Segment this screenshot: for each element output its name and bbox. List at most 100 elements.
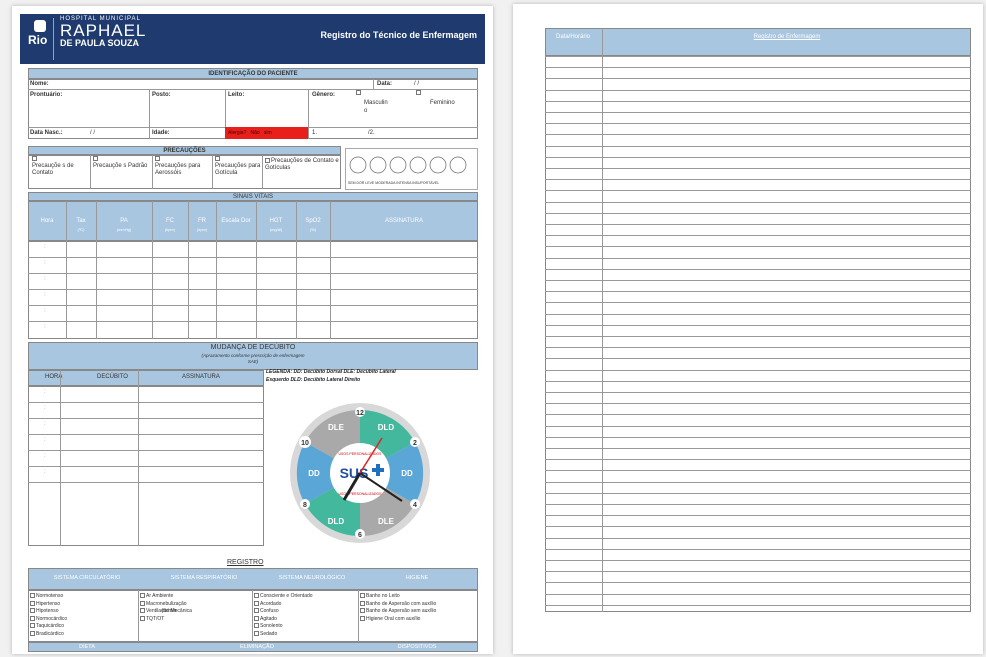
registro-row-line bbox=[545, 604, 971, 606]
decubito-hour-cell[interactable]: : bbox=[44, 469, 46, 476]
svg-text:10: 10 bbox=[301, 440, 309, 447]
vitals-col-7: SpO2 bbox=[305, 218, 321, 224]
registro-row-line bbox=[545, 302, 971, 304]
registro-row-line bbox=[545, 526, 971, 528]
vitals-col-8: ASSINATURA bbox=[385, 218, 423, 224]
registro-row-line bbox=[545, 392, 971, 393]
registro-item-resp[interactable]: Macronebulização bbox=[140, 601, 187, 607]
registro-item-neuro[interactable]: Acordado bbox=[254, 601, 281, 607]
registro-table bbox=[545, 28, 971, 612]
decubito-hour-cell[interactable]: : bbox=[44, 405, 46, 412]
registro-item-circ[interactable]: Normotenso bbox=[30, 593, 63, 599]
decubito-hour-cell[interactable]: : bbox=[44, 437, 46, 444]
vitals-hour-cell[interactable]: : bbox=[44, 324, 46, 331]
idade-label: Idade: bbox=[152, 130, 170, 136]
registro-item-hig[interactable]: Banho de Aspersão sem auxílio bbox=[360, 608, 436, 614]
registro-item-hig[interactable]: Banho no Leito bbox=[360, 593, 400, 599]
checkbox[interactable] bbox=[30, 623, 35, 629]
precaucao-contato[interactable]: Precauçõe s de Contato bbox=[32, 156, 87, 177]
checkbox[interactable] bbox=[254, 630, 259, 636]
registro-row-line bbox=[545, 134, 971, 136]
decubito-hour-cell[interactable]: : bbox=[44, 389, 46, 396]
registro-row-line bbox=[545, 593, 971, 595]
precaucao-aerossois[interactable]: Precauções para Aerossóis bbox=[155, 156, 210, 177]
checkbox[interactable] bbox=[30, 615, 35, 621]
checkbox[interactable] bbox=[360, 593, 365, 599]
checkbox[interactable] bbox=[30, 630, 35, 636]
checkbox[interactable] bbox=[30, 593, 35, 599]
registro-row-line bbox=[545, 246, 971, 248]
vitals-unit-7: (%) bbox=[309, 227, 317, 232]
registro-item-neuro[interactable]: Consciente e Orientado bbox=[254, 593, 313, 599]
decubito-hour-cell[interactable]: : bbox=[44, 453, 46, 460]
precaucao-goticula[interactable]: Precauções para Gotícula bbox=[215, 156, 261, 177]
data-label: Data: bbox=[377, 81, 393, 87]
checkbox[interactable] bbox=[140, 608, 145, 614]
registro-row-line bbox=[545, 582, 971, 584]
registro-item-circ[interactable]: Normocárdico bbox=[30, 616, 67, 622]
prontuario-label: Prontuário: bbox=[30, 92, 63, 98]
registro-item-hig[interactable]: Higiene Oral com auxílio bbox=[360, 616, 420, 622]
vitals-hour-cell[interactable]: : bbox=[44, 276, 46, 283]
checkbox[interactable] bbox=[254, 615, 259, 621]
checkbox[interactable] bbox=[360, 608, 365, 614]
masculino-checkbox[interactable] bbox=[356, 90, 362, 97]
registro-item-neuro[interactable]: Agitado bbox=[254, 616, 277, 622]
registro-item-circ[interactable]: Hipotenso bbox=[30, 608, 59, 614]
genero-label: Gênero: bbox=[312, 92, 336, 98]
registro-item-neuro[interactable]: Confuso bbox=[254, 608, 279, 614]
feminino-checkbox[interactable] bbox=[416, 90, 422, 97]
checkbox[interactable] bbox=[140, 593, 145, 599]
posto-label: Posto: bbox=[152, 92, 171, 98]
vitals-hour-cell[interactable]: : bbox=[44, 308, 46, 315]
clock-dd-right: DD bbox=[401, 469, 413, 478]
registro-label: Bradicárdico bbox=[36, 630, 64, 637]
checkbox[interactable] bbox=[140, 615, 145, 621]
registro-row-line bbox=[545, 212, 971, 214]
shield-icon bbox=[34, 20, 46, 32]
registro-item-resp[interactable]: TQT/OT bbox=[140, 616, 164, 622]
data-field[interactable]: / / bbox=[414, 81, 419, 88]
vitals-hour-cell[interactable]: : bbox=[44, 260, 46, 267]
vitals-row-line bbox=[28, 273, 478, 274]
vitals-hour-cell[interactable]: : bbox=[44, 292, 46, 299]
checkbox[interactable] bbox=[30, 608, 35, 614]
registro-item-neuro[interactable]: Sedado bbox=[254, 631, 277, 637]
registro-item-hig[interactable]: Banho de Aspersão com auxílio bbox=[360, 601, 436, 607]
decubito-row-line bbox=[28, 482, 264, 483]
registro-item-circ[interactable]: Hipertenso bbox=[30, 601, 60, 607]
decubito-title: MUDANÇA DE DECÚBITO bbox=[210, 344, 296, 351]
registro-item-circ[interactable]: Taquicárdico bbox=[30, 623, 64, 629]
decubito-hour-cell[interactable]: : bbox=[44, 421, 46, 428]
decubito-legend: LEGENDA: DD: Decúbito Dorsal DLE: Decúbi… bbox=[266, 369, 396, 383]
registro-item-resp[interactable]: Ar Ambiente bbox=[140, 593, 173, 599]
svg-text:12: 12 bbox=[356, 410, 364, 417]
registro-row-line bbox=[545, 481, 971, 483]
leito-label: Leito: bbox=[228, 92, 245, 98]
footer-dispositivos: DISPOSITIVOS bbox=[397, 644, 437, 650]
checkbox[interactable] bbox=[254, 608, 259, 614]
precaucao-padrao[interactable]: Precauçõe s Padrão bbox=[93, 156, 150, 170]
registro-row-line bbox=[545, 313, 971, 315]
registro-item-circ[interactable]: Bradicárdico bbox=[30, 631, 64, 637]
alergia-field[interactable]: Alergia? Não sim bbox=[225, 127, 308, 139]
registro-label: Banho de Aspersão com auxílio bbox=[366, 600, 437, 607]
registro-label: Normotenso bbox=[36, 593, 64, 599]
checkbox[interactable] bbox=[254, 600, 259, 606]
registro-row-line bbox=[545, 145, 971, 147]
data-nasc-field[interactable]: / / bbox=[90, 130, 95, 137]
registro-row-line bbox=[545, 347, 971, 349]
checkbox[interactable] bbox=[254, 623, 259, 629]
checkbox[interactable] bbox=[254, 593, 259, 599]
decubito-row-line bbox=[28, 434, 264, 435]
vitals-hour-cell[interactable]: : bbox=[44, 244, 46, 251]
checkbox[interactable] bbox=[140, 600, 145, 606]
checkbox[interactable] bbox=[30, 600, 35, 606]
registro-label: Sonolento bbox=[260, 623, 283, 629]
precaucao-contato-goticulas[interactable]: Precauções de Contato e Gotículas bbox=[265, 158, 340, 172]
footer-eliminacao: ELIMINAÇÃO bbox=[240, 644, 274, 650]
registro-item-neuro[interactable]: Sonolento bbox=[254, 623, 283, 629]
checkbox[interactable] bbox=[360, 600, 365, 606]
checkbox[interactable] bbox=[360, 615, 365, 621]
vitals-divider bbox=[188, 201, 189, 339]
